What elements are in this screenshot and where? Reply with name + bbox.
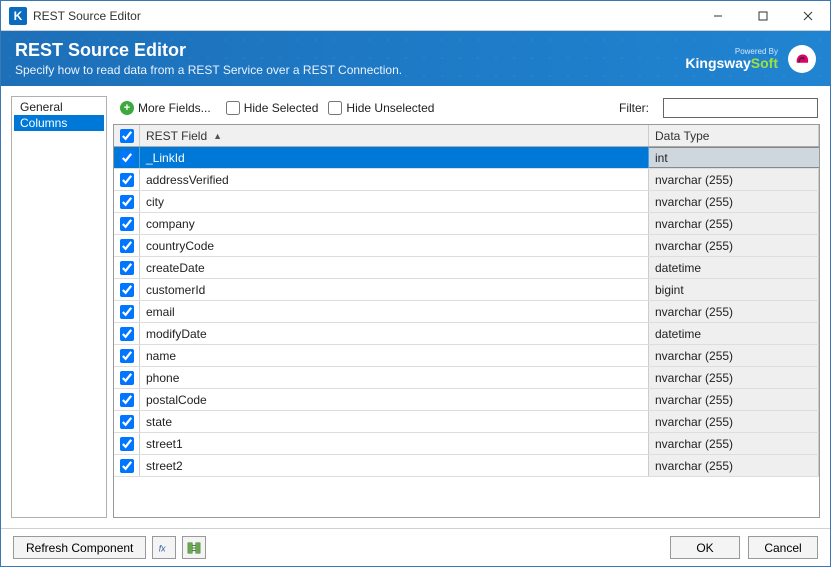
row-field[interactable]: email bbox=[140, 301, 649, 322]
header-rest-field[interactable]: REST Field ▲ bbox=[140, 125, 649, 146]
row-checkbox[interactable] bbox=[114, 323, 140, 344]
row-data-type[interactable]: nvarchar (255) bbox=[649, 169, 819, 190]
row-data-type[interactable]: nvarchar (255) bbox=[649, 191, 819, 212]
titlebar: K REST Source Editor bbox=[1, 1, 830, 31]
row-checkbox[interactable] bbox=[114, 301, 140, 322]
columns-grid: REST Field ▲ Data Type _LinkIdintaddress… bbox=[113, 124, 820, 518]
hide-unselected-checkbox[interactable]: Hide Unselected bbox=[328, 101, 434, 115]
row-checkbox[interactable] bbox=[114, 147, 140, 168]
close-button[interactable] bbox=[785, 1, 830, 31]
app-icon: K bbox=[9, 7, 27, 25]
column-map-button[interactable] bbox=[182, 536, 206, 559]
content: + More Fields... Hide Selected Hide Unse… bbox=[113, 96, 820, 518]
row-data-type[interactable]: datetime bbox=[649, 257, 819, 278]
sidebar-item-columns[interactable]: Columns bbox=[14, 115, 104, 131]
row-checkbox[interactable] bbox=[114, 455, 140, 476]
maximize-button[interactable] bbox=[740, 1, 785, 31]
footer: Refresh Component fx OK Cancel bbox=[1, 528, 830, 566]
row-data-type[interactable]: nvarchar (255) bbox=[649, 345, 819, 366]
row-data-type[interactable]: nvarchar (255) bbox=[649, 411, 819, 432]
table-row[interactable]: street1nvarchar (255) bbox=[114, 433, 819, 455]
more-fields-button[interactable]: + More Fields... bbox=[115, 99, 216, 117]
header-checkbox[interactable] bbox=[114, 125, 140, 146]
sort-asc-icon: ▲ bbox=[213, 131, 222, 141]
row-checkbox[interactable] bbox=[114, 367, 140, 388]
grid-body[interactable]: _LinkIdintaddressVerifiednvarchar (255)c… bbox=[114, 147, 819, 517]
table-row[interactable]: customerIdbigint bbox=[114, 279, 819, 301]
expression-editor-button[interactable]: fx bbox=[152, 536, 176, 559]
hide-selected-checkbox[interactable]: Hide Selected bbox=[226, 101, 319, 115]
row-checkbox[interactable] bbox=[114, 345, 140, 366]
table-row[interactable]: postalCodenvarchar (255) bbox=[114, 389, 819, 411]
row-checkbox[interactable] bbox=[114, 235, 140, 256]
table-row[interactable]: statenvarchar (255) bbox=[114, 411, 819, 433]
table-row[interactable]: addressVerifiednvarchar (255) bbox=[114, 169, 819, 191]
row-field[interactable]: state bbox=[140, 411, 649, 432]
row-field[interactable]: city bbox=[140, 191, 649, 212]
row-field[interactable]: modifyDate bbox=[140, 323, 649, 344]
row-data-type[interactable]: datetime bbox=[649, 323, 819, 344]
filter-input[interactable] bbox=[663, 98, 818, 118]
table-row[interactable]: countryCodenvarchar (255) bbox=[114, 235, 819, 257]
row-data-type[interactable]: nvarchar (255) bbox=[649, 213, 819, 234]
filter-label: Filter: bbox=[619, 101, 649, 115]
table-row[interactable]: street2nvarchar (255) bbox=[114, 455, 819, 477]
row-data-type[interactable]: nvarchar (255) bbox=[649, 389, 819, 410]
row-data-type[interactable]: bigint bbox=[649, 279, 819, 300]
row-checkbox[interactable] bbox=[114, 257, 140, 278]
prestashop-logo-icon bbox=[788, 45, 816, 73]
svg-text:fx: fx bbox=[159, 543, 166, 553]
toolbar: + More Fields... Hide Selected Hide Unse… bbox=[113, 96, 820, 124]
row-field[interactable]: phone bbox=[140, 367, 649, 388]
kingswaysoft-logo: Powered By KingswaySoft bbox=[685, 48, 778, 70]
row-field[interactable]: addressVerified bbox=[140, 169, 649, 190]
ok-button[interactable]: OK bbox=[670, 536, 740, 559]
banner-heading: REST Source Editor bbox=[15, 40, 685, 61]
row-field[interactable]: customerId bbox=[140, 279, 649, 300]
row-data-type[interactable]: nvarchar (255) bbox=[649, 367, 819, 388]
sidebar: GeneralColumns bbox=[11, 96, 107, 518]
banner: REST Source Editor Specify how to read d… bbox=[1, 31, 830, 86]
row-data-type[interactable]: nvarchar (255) bbox=[649, 433, 819, 454]
header-data-type[interactable]: Data Type bbox=[649, 125, 819, 146]
row-field[interactable]: countryCode bbox=[140, 235, 649, 256]
banner-subtitle: Specify how to read data from a REST Ser… bbox=[15, 63, 685, 77]
row-checkbox[interactable] bbox=[114, 279, 140, 300]
row-checkbox[interactable] bbox=[114, 169, 140, 190]
row-checkbox[interactable] bbox=[114, 433, 140, 454]
table-row[interactable]: citynvarchar (255) bbox=[114, 191, 819, 213]
row-field[interactable]: _LinkId bbox=[140, 147, 649, 168]
row-checkbox[interactable] bbox=[114, 213, 140, 234]
row-data-type[interactable]: nvarchar (255) bbox=[649, 301, 819, 322]
row-checkbox[interactable] bbox=[114, 411, 140, 432]
table-row[interactable]: createDatedatetime bbox=[114, 257, 819, 279]
cancel-button[interactable]: Cancel bbox=[748, 536, 818, 559]
refresh-component-button[interactable]: Refresh Component bbox=[13, 536, 146, 559]
row-field[interactable]: street2 bbox=[140, 455, 649, 476]
main: GeneralColumns + More Fields... Hide Sel… bbox=[1, 86, 830, 528]
row-checkbox[interactable] bbox=[114, 389, 140, 410]
row-field[interactable]: createDate bbox=[140, 257, 649, 278]
table-row[interactable]: _LinkIdint bbox=[114, 147, 819, 169]
table-row[interactable]: namenvarchar (255) bbox=[114, 345, 819, 367]
table-row[interactable]: emailnvarchar (255) bbox=[114, 301, 819, 323]
row-data-type[interactable]: nvarchar (255) bbox=[649, 235, 819, 256]
table-row[interactable]: phonenvarchar (255) bbox=[114, 367, 819, 389]
table-row[interactable]: companynvarchar (255) bbox=[114, 213, 819, 235]
sidebar-item-general[interactable]: General bbox=[14, 99, 104, 115]
minimize-button[interactable] bbox=[695, 1, 740, 31]
row-checkbox[interactable] bbox=[114, 191, 140, 212]
row-field[interactable]: company bbox=[140, 213, 649, 234]
row-data-type[interactable]: nvarchar (255) bbox=[649, 455, 819, 476]
row-field[interactable]: postalCode bbox=[140, 389, 649, 410]
table-row[interactable]: modifyDatedatetime bbox=[114, 323, 819, 345]
row-field[interactable]: name bbox=[140, 345, 649, 366]
window-title: REST Source Editor bbox=[33, 9, 141, 23]
row-field[interactable]: street1 bbox=[140, 433, 649, 454]
row-data-type[interactable]: int bbox=[649, 147, 819, 168]
plus-icon: + bbox=[120, 101, 134, 115]
grid-header: REST Field ▲ Data Type bbox=[114, 125, 819, 147]
